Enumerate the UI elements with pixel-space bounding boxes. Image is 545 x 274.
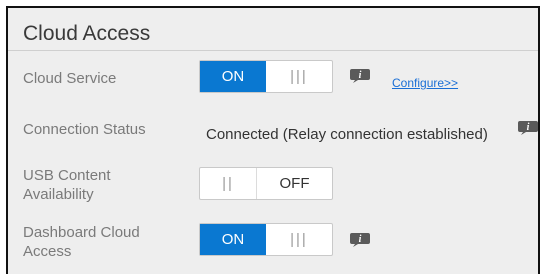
dashboard-cloud-label-line2: Access [23, 243, 72, 260]
usb-content-label-line2: Availability [23, 186, 94, 203]
connection-status-value: Connected (Relay connection established) [206, 126, 488, 143]
connection-status-label: Connection Status [23, 121, 146, 138]
toggle-on-segment: ON [200, 224, 266, 255]
configure-link[interactable]: Configure>> [392, 76, 458, 90]
svg-text:i: i [527, 122, 530, 133]
toggle-off-segment: OFF [279, 175, 310, 192]
toggle-grip-icon: ||| [290, 231, 308, 248]
cloud-service-label: Cloud Service [23, 70, 117, 87]
usb-content-label: USB Content Availability [23, 166, 111, 204]
info-icon[interactable]: i [349, 67, 371, 84]
svg-text:i: i [359, 234, 362, 245]
usb-content-label-line1: USB Content [23, 167, 111, 184]
dashboard-cloud-toggle[interactable]: ON ||| [199, 223, 333, 256]
toggle-grip-icon: || [200, 168, 257, 199]
dashboard-cloud-label-line1: Dashboard Cloud [23, 224, 140, 241]
info-icon[interactable]: i [517, 119, 539, 136]
dashboard-cloud-label: Dashboard Cloud Access [23, 223, 140, 261]
toggle-grip-icon: ||| [290, 68, 308, 85]
usb-content-toggle[interactable]: || OFF [199, 167, 333, 200]
cloud-access-panel: Cloud Access Cloud Service ON ||| i Conf… [6, 6, 540, 274]
panel-title: Cloud Access [23, 22, 151, 45]
cloud-service-toggle[interactable]: ON ||| [199, 60, 333, 93]
info-icon[interactable]: i [349, 231, 371, 248]
title-divider [8, 50, 538, 51]
svg-text:i: i [359, 70, 362, 81]
toggle-on-segment: ON [200, 61, 266, 92]
